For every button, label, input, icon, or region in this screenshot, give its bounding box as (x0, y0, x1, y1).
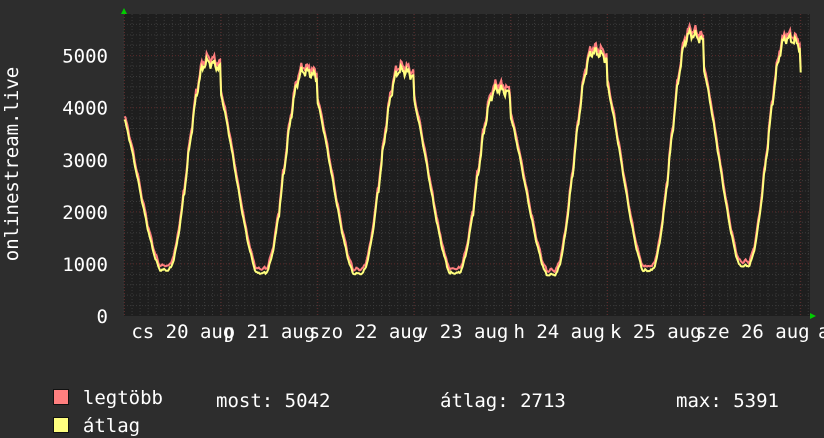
legend-avg-label: átlag (82, 415, 141, 437)
y-tick-label: 5000 (62, 46, 108, 68)
x-tick-labels: cs 20 augp 21 augszo 22 augv 23 aug h 24 … (131, 321, 824, 343)
y-tick-label: 0 (97, 306, 108, 328)
stat-max: max: 5391 (676, 390, 779, 412)
y-tick-label: 3000 (62, 150, 108, 172)
x-axis-arrow-icon (810, 313, 816, 319)
x-tick-label: cs 20 aug (131, 321, 234, 343)
x-tick-label: h 24 aug (513, 321, 605, 343)
y-axis-arrow-icon (121, 8, 127, 14)
x-tick-label: k 25 aug (610, 321, 702, 343)
x-tick-label: szo 22 aug (309, 321, 423, 343)
y-axis-label: onlinestream.live (1, 67, 23, 261)
y-tick-label: 2000 (62, 202, 108, 224)
x-tick-label: sze 26 aug (695, 321, 809, 343)
stat-avg: átlag: 2713 (440, 390, 566, 412)
plot-area (124, 14, 810, 316)
y-tick-label: 1000 (62, 254, 108, 276)
legend-avg: átlag (30, 390, 140, 438)
x-tick-label-partial: a (818, 321, 824, 343)
stat-now: most: 5042 (216, 390, 331, 412)
x-tick-label: p 21 aug (224, 321, 316, 343)
y-tick-labels: 0 1000 2000 3000 4000 5000 (62, 46, 108, 328)
y-tick-label: 4000 (62, 98, 108, 120)
legend-swatch-avg (52, 417, 69, 433)
x-tick-label: v 23 aug (417, 321, 509, 343)
